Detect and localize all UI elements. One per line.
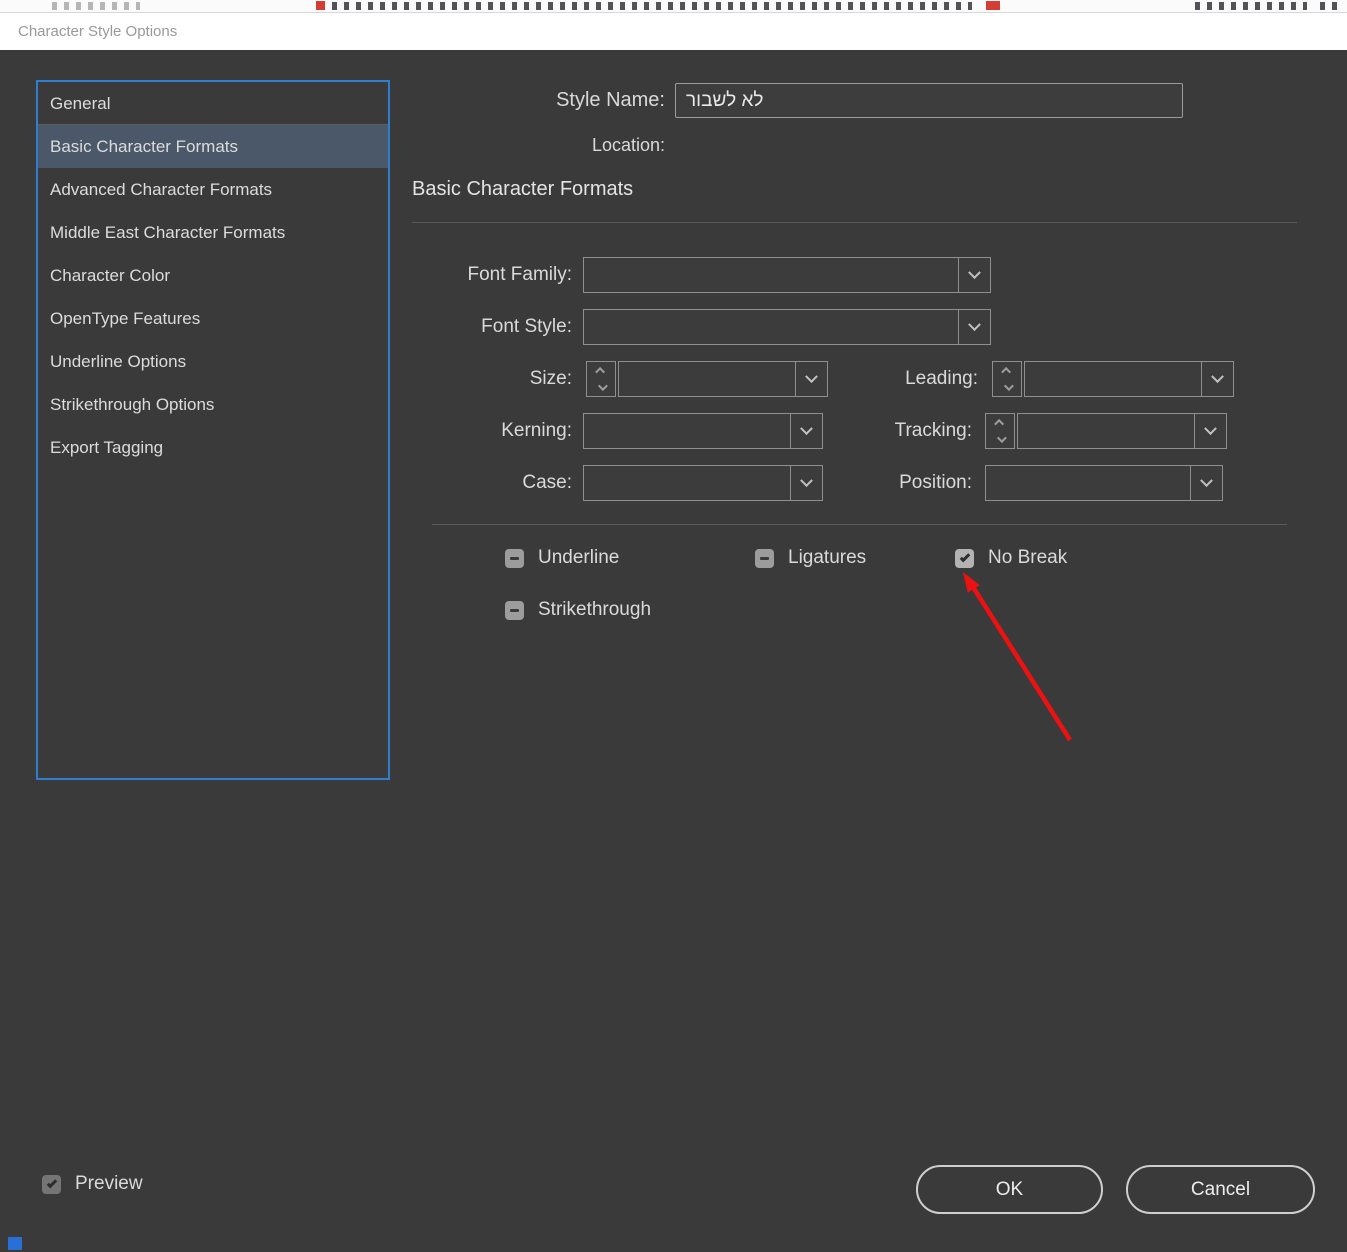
divider bbox=[412, 222, 1297, 223]
size-stepper[interactable] bbox=[586, 361, 616, 397]
spinner-down-icon[interactable] bbox=[587, 379, 615, 396]
document-text-fragment bbox=[1195, 2, 1307, 10]
tracking-label: Tracking: bbox=[894, 420, 972, 441]
chevron-down-icon bbox=[1201, 362, 1233, 396]
location-label: Location: bbox=[591, 135, 665, 155]
font-style-select[interactable] bbox=[583, 309, 991, 345]
ok-button[interactable]: OK bbox=[916, 1165, 1103, 1214]
section-title: Basic Character Formats bbox=[412, 178, 634, 200]
document-text-fragment bbox=[332, 2, 972, 10]
document-text-fragment bbox=[1320, 2, 1340, 10]
document-red-mark bbox=[316, 1, 325, 10]
leading-select[interactable] bbox=[1024, 361, 1234, 397]
spinner-up-icon[interactable] bbox=[993, 362, 1021, 379]
leading-stepper[interactable] bbox=[992, 361, 1022, 397]
spinner-down-icon[interactable] bbox=[993, 379, 1021, 396]
underline-checkbox-label: Underline bbox=[538, 547, 620, 568]
ligatures-checkbox[interactable]: Ligatures bbox=[755, 546, 866, 570]
tracking-stepper[interactable] bbox=[985, 413, 1015, 449]
style-name-input[interactable] bbox=[675, 83, 1183, 118]
tracking-select[interactable] bbox=[1017, 413, 1227, 449]
chevron-down-icon bbox=[1194, 414, 1226, 448]
leading-label: Leading: bbox=[905, 368, 978, 389]
size-label: Size: bbox=[529, 368, 572, 389]
position-label: Position: bbox=[899, 472, 972, 493]
chevron-down-icon bbox=[958, 258, 990, 292]
cancel-button[interactable]: Cancel bbox=[1126, 1165, 1315, 1214]
case-label: Case: bbox=[522, 472, 572, 493]
underline-checkbox[interactable]: Underline bbox=[505, 546, 619, 570]
document-red-mark bbox=[986, 1, 1000, 10]
window-title: Character Style Options bbox=[18, 23, 178, 40]
annotation-arrow bbox=[963, 572, 1072, 742]
checked-checkbox-icon bbox=[42, 1174, 61, 1194]
background-document-edge bbox=[0, 0, 1347, 12]
chevron-down-icon bbox=[958, 310, 990, 344]
sidebar-item-advanced-character-formats[interactable]: Advanced Character Formats bbox=[38, 168, 388, 211]
sidebar-item-basic-character-formats[interactable]: Basic Character Formats bbox=[38, 125, 388, 168]
chevron-down-icon bbox=[1190, 466, 1222, 500]
divider bbox=[432, 524, 1287, 525]
font-family-label: Font Family: bbox=[467, 264, 572, 285]
indeterminate-checkbox-icon bbox=[505, 548, 524, 568]
kerning-label: Kerning: bbox=[501, 420, 572, 441]
spinner-up-icon[interactable] bbox=[587, 362, 615, 379]
indeterminate-checkbox-icon bbox=[755, 548, 774, 568]
preview-checkbox-label: Preview bbox=[75, 1173, 143, 1194]
ligatures-checkbox-label: Ligatures bbox=[788, 547, 867, 568]
position-select[interactable] bbox=[985, 465, 1223, 501]
indeterminate-checkbox-icon bbox=[505, 600, 524, 620]
strikethrough-checkbox-label: Strikethrough bbox=[538, 599, 652, 620]
spinner-down-icon[interactable] bbox=[986, 431, 1014, 448]
document-text-fragment bbox=[52, 2, 140, 10]
font-family-select[interactable] bbox=[583, 257, 991, 293]
dialog-titlebar[interactable]: Character Style Options bbox=[0, 12, 1347, 50]
preview-checkbox[interactable]: Preview bbox=[42, 1172, 143, 1196]
font-style-label: Font Style: bbox=[481, 316, 572, 337]
strikethrough-checkbox[interactable]: Strikethrough bbox=[505, 598, 651, 622]
sidebar-item-middle-east-character-formats[interactable]: Middle East Character Formats bbox=[38, 211, 388, 254]
spinner-up-icon[interactable] bbox=[986, 414, 1014, 431]
background-window-fragment bbox=[8, 1237, 22, 1250]
sidebar-item-general[interactable]: General bbox=[38, 82, 388, 125]
character-style-options-dialog: General Basic Character Formats Advanced… bbox=[0, 50, 1347, 1252]
style-name-label: Style Name: bbox=[556, 89, 665, 111]
